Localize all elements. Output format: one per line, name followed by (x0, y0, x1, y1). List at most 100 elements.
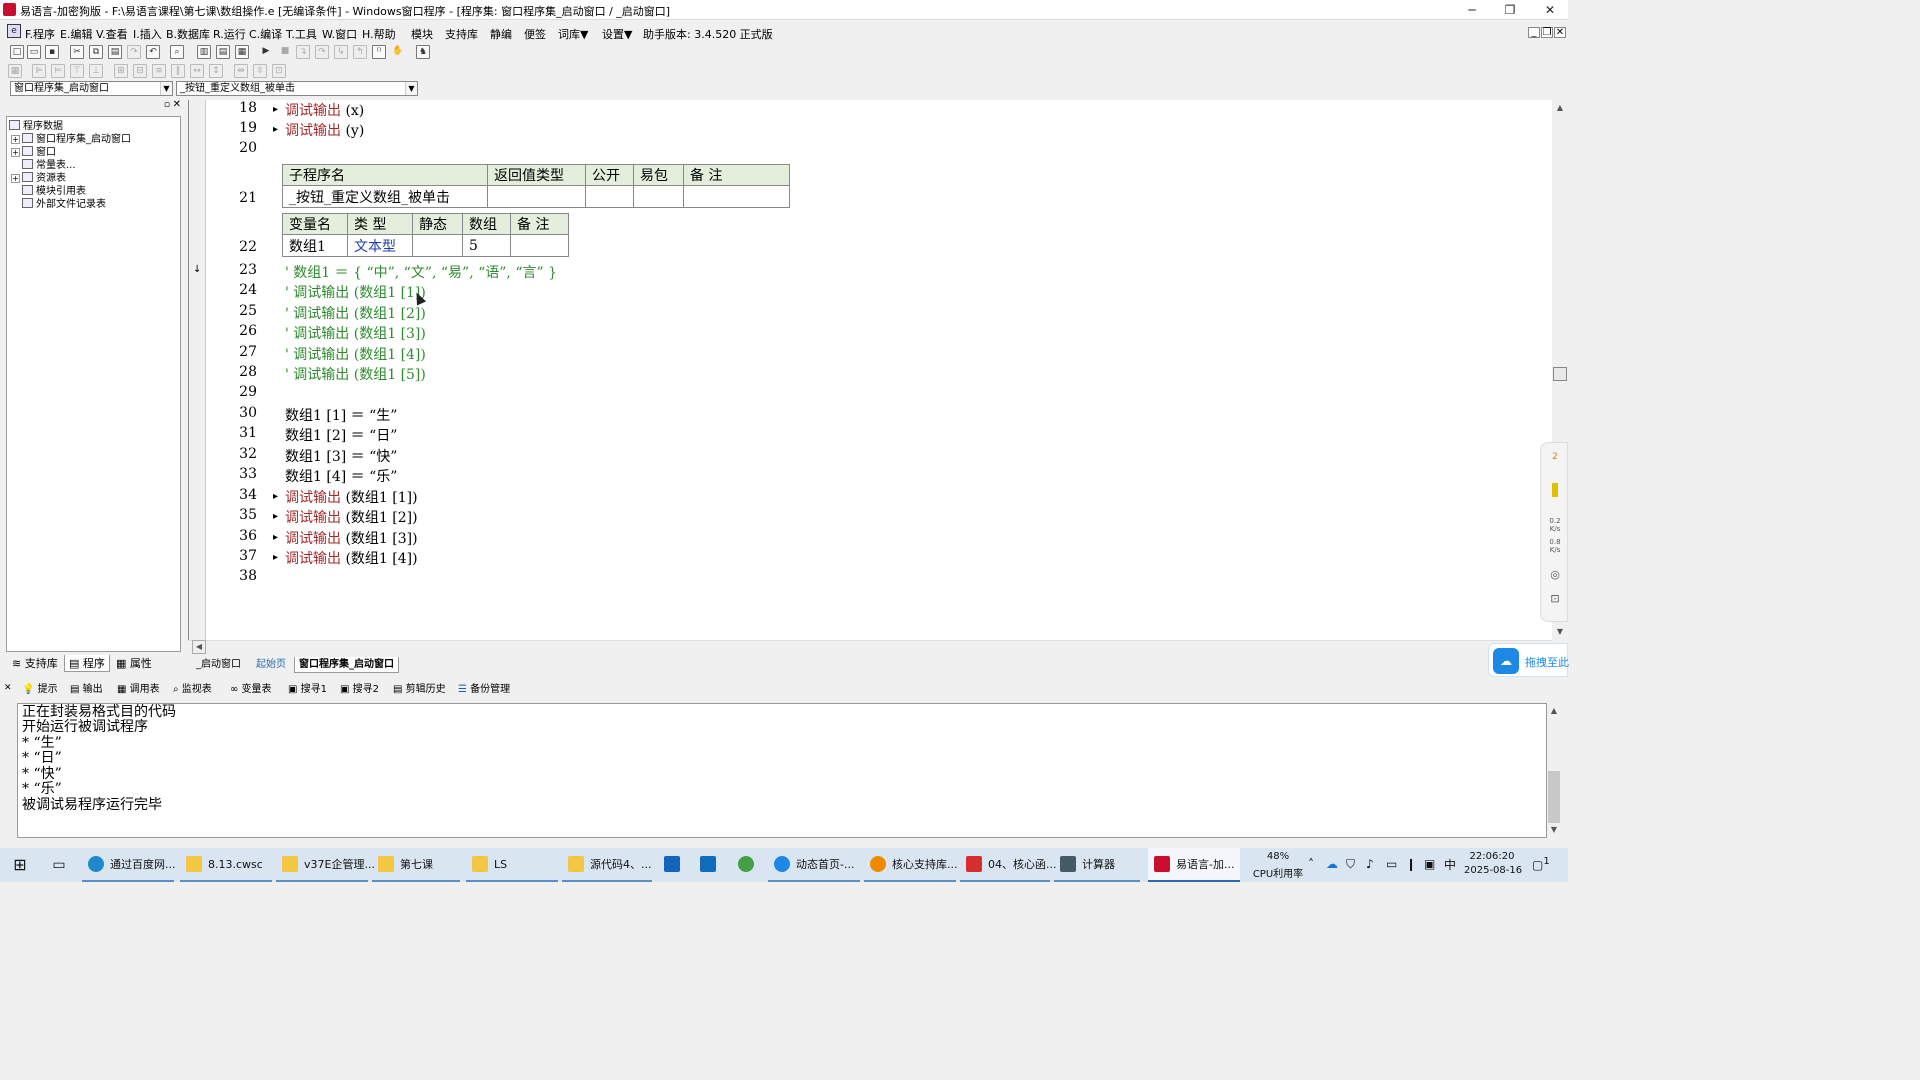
align-bottom-icon[interactable]: ⊥ (89, 64, 103, 78)
space-v-icon[interactable]: ‖ (171, 64, 185, 78)
taskbar-app-wps[interactable]: 04、核心函... (960, 848, 1057, 882)
speaker-icon[interactable]: ♪ (1366, 857, 1374, 871)
new-file-icon[interactable]: □ (10, 45, 24, 59)
step-icon[interactable]: ↴ (296, 45, 310, 59)
ime-indicator[interactable]: 中 (1444, 856, 1456, 873)
taskbar-app-green[interactable] (734, 848, 758, 882)
taskbar-app-edge[interactable]: 通过百度网... (82, 848, 176, 882)
hand-icon[interactable]: ✋ (391, 45, 405, 59)
copy-icon[interactable]: ⧉ (89, 45, 103, 59)
tree-item-assembly[interactable]: + 窗口程序集_启动窗口 (11, 133, 131, 146)
var-type-cell[interactable]: 文本型 (347, 234, 413, 257)
tab-assembly[interactable]: 窗口程序集_启动窗口 (294, 657, 399, 673)
menu-notes[interactable]: 便签 (524, 26, 546, 42)
subroutine-select[interactable]: _按钮_重定义数组_被单击 ▼ (176, 81, 418, 96)
align-grid-icon[interactable]: ▦ (8, 64, 22, 78)
taskbar-app-store[interactable] (660, 848, 684, 882)
menu-static-compile[interactable]: 静编 (490, 26, 512, 42)
chat-icon[interactable]: ◎ (1547, 569, 1563, 580)
code-line-34[interactable]: 调试输出 (数组1 [1]) (285, 487, 418, 507)
var-remark-cell[interactable] (510, 234, 569, 257)
tree-item-external-files[interactable]: 外部文件记录表 (22, 198, 106, 211)
screenshot-icon[interactable]: ⊡ (1547, 593, 1563, 604)
sub-name-cell[interactable]: _按钮_重定义数组_被单击 (282, 185, 488, 208)
var-array-cell[interactable]: 5 (462, 234, 511, 257)
microphone-icon[interactable]: ❙ (1406, 857, 1416, 871)
step-into-icon[interactable]: ↳ (334, 45, 348, 59)
scroll-left-icon[interactable]: ◀ (192, 640, 206, 654)
tab-properties[interactable]: ▦ 属性 (112, 655, 156, 672)
tab-watch[interactable]: ⌕ 监视表 (173, 683, 212, 697)
tab-start-page[interactable]: 起始页 (252, 657, 290, 673)
breakpoint-gutter[interactable] (189, 100, 206, 640)
code-line-18[interactable]: 调试输出 (x) (285, 100, 364, 120)
remark-cell[interactable] (683, 185, 790, 208)
tab-search1[interactable]: ▣ 搜寻1 (288, 683, 327, 697)
output-scroll-thumb[interactable] (1548, 771, 1560, 823)
clock-date[interactable]: 2025-08-16 (1464, 865, 1522, 876)
menu-module[interactable]: 模块 (411, 26, 433, 42)
scroll-down-icon[interactable]: ▼ (1552, 624, 1568, 640)
tab-call-stack[interactable]: ▦ 调用表 (117, 683, 160, 697)
align-right-icon[interactable]: ⊨ (51, 64, 65, 78)
menu-program[interactable]: F.程序 (25, 26, 55, 42)
open-folder-icon[interactable]: ▭ (27, 45, 41, 59)
same-width-icon[interactable]: ↔ (190, 64, 204, 78)
code-line-32[interactable]: 数组1 [3] ＝ “快” (285, 446, 397, 466)
save-icon[interactable]: ▪ (45, 45, 59, 59)
taskbar-app-folder-4[interactable]: LS (466, 848, 558, 882)
step-over-icon[interactable]: ↷ (315, 45, 329, 59)
menu-help[interactable]: H.帮助 (362, 26, 396, 42)
menu-support-lib[interactable]: 支持库 (445, 26, 478, 42)
expand-icon[interactable]: + (11, 135, 20, 144)
minimize-button[interactable]: ─ (1454, 1, 1490, 19)
assembly-select[interactable]: 窗口程序集_启动窗口 ▼ (10, 81, 173, 96)
tab-clip-history[interactable]: ▤ 剪辑历史 (393, 683, 446, 697)
tree-item-resources[interactable]: + 资源表 (11, 172, 66, 185)
taskbar-app-calculator[interactable]: 计算器 (1054, 848, 1140, 882)
document-icon[interactable]: e (7, 24, 21, 38)
tab-search2[interactable]: ▣ 搜寻2 (340, 683, 379, 697)
same-height-icon[interactable]: ↕ (209, 64, 223, 78)
mdi-minimize-button[interactable]: _ (1528, 27, 1540, 38)
menu-database[interactable]: B.数据库 (166, 26, 210, 42)
find-icon[interactable]: ⌕ (170, 45, 184, 59)
floating-monitor-panel[interactable]: 2 0.2 K/s 0.8 K/s ◎ ⊡ (1540, 442, 1568, 622)
subroutine-table[interactable]: 子程序名 返回值类型 公开 易包 备 注 _按钮_重定义数组_被单击 (282, 164, 790, 208)
editor-horizontal-scrollbar[interactable]: ◀ (188, 640, 1552, 654)
onedrive-icon[interactable]: ☁ (1326, 857, 1338, 871)
close-button[interactable]: ✕ (1532, 1, 1568, 19)
tab-start-window[interactable]: _启动窗口 (192, 657, 245, 673)
taskbar-app-browser[interactable]: 动态首页-... (768, 848, 860, 882)
breakpoint-icon[interactable]: ⁽⁾ (372, 45, 386, 59)
code-line-31[interactable]: 数组1 [2] ＝ “日” (285, 425, 397, 445)
output-panel[interactable]: 正在封装易格式目的代码 开始运行被调试程序 * “生” * “日” * “快” … (17, 703, 1547, 838)
close-panel-icon[interactable]: ✕ (4, 681, 12, 695)
center-h-icon[interactable]: ⊞ (114, 64, 128, 78)
code-line-30[interactable]: 数组1 [1] ＝ “生” (285, 405, 397, 425)
taskbar-app-search[interactable]: 核心支持库... (864, 848, 958, 882)
paste-icon[interactable]: ▤ (108, 45, 122, 59)
cut-icon[interactable]: ✂ (70, 45, 84, 59)
menu-thesaurus[interactable]: 词库▼ (558, 26, 588, 42)
taskbar-app-folder-2[interactable]: v37E企管理... (276, 848, 375, 882)
code-line-27[interactable]: ' 调试输出 (数组1 [4]) (285, 344, 426, 364)
space-h-icon[interactable]: ≡ (152, 64, 166, 78)
code-line-26[interactable]: ' 调试输出 (数组1 [3]) (285, 323, 426, 343)
menu-tools[interactable]: T.工具 (286, 26, 317, 42)
expand-icon[interactable]: + (11, 148, 20, 157)
tab-backup[interactable]: ☰ 备份管理 (458, 683, 510, 697)
display-icon[interactable]: ▣ (1424, 857, 1435, 871)
run-icon[interactable]: ▶ (259, 45, 273, 59)
taskbar-app-folder-3[interactable]: 第七课 (372, 848, 460, 882)
expand-icon[interactable]: + (11, 174, 20, 183)
layout-bottom-icon[interactable]: ▦ (235, 45, 249, 59)
menu-edit[interactable]: E.编辑 (60, 26, 92, 42)
layout-top-icon[interactable]: ▤ (216, 45, 230, 59)
var-static-cell[interactable] (412, 234, 463, 257)
public-cell[interactable] (585, 185, 634, 208)
clock-time[interactable]: 22:06:20 (1464, 851, 1520, 862)
code-line-36[interactable]: 调试输出 (数组1 [3]) (285, 528, 418, 548)
code-line-28[interactable]: ' 调试输出 (数组1 [5]) (285, 364, 426, 384)
mdi-close-button[interactable]: ✕ (1554, 27, 1566, 38)
